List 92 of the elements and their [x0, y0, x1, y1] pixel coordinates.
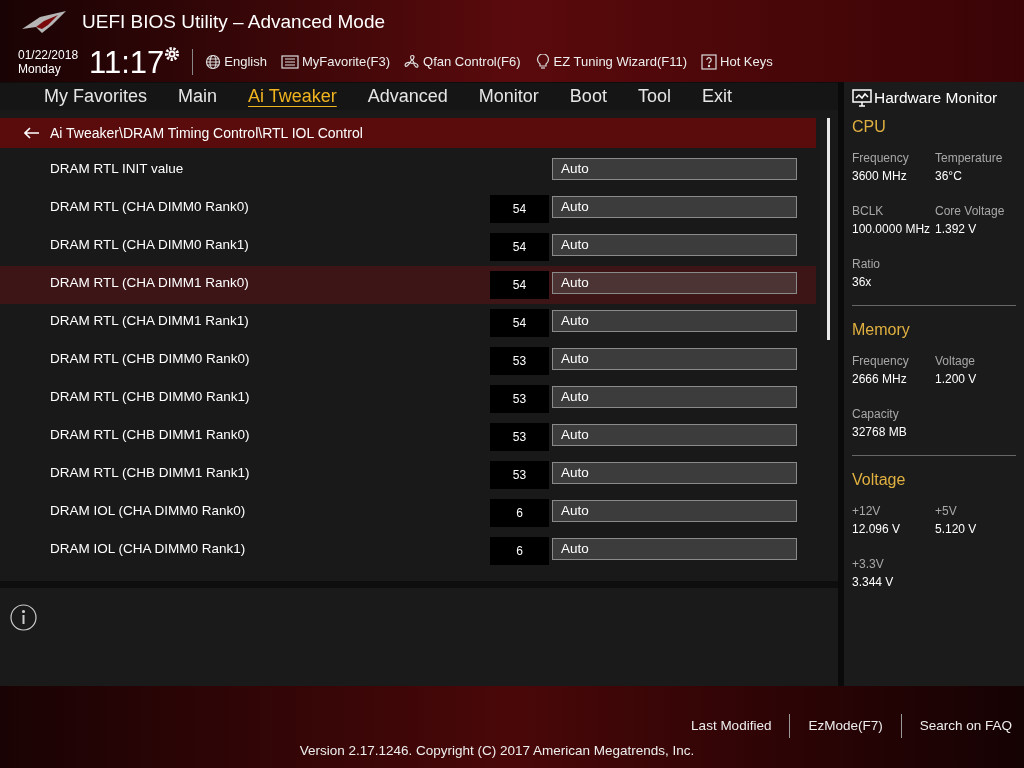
- footer-link[interactable]: EzMode(F7): [808, 715, 883, 737]
- value-dropdown[interactable]: Auto: [552, 538, 797, 560]
- reading-value: 12.096 V: [852, 521, 902, 539]
- reading-value: 2666 MHz: [852, 371, 908, 389]
- reading-value: 1.392 V: [935, 221, 978, 239]
- reading-label: Frequency: [852, 150, 910, 168]
- setting-label: DRAM RTL (CHA DIMM1 Rank1): [50, 312, 250, 331]
- info-icon: [10, 604, 37, 632]
- value-dropdown[interactable]: Auto: [552, 196, 797, 218]
- reading-value: 5.120 V: [935, 521, 978, 539]
- section-title: CPU: [852, 117, 887, 138]
- scrollbar[interactable]: [827, 118, 830, 340]
- setting-label: DRAM RTL (CHB DIMM1 Rank0): [50, 426, 251, 445]
- toolbar-button[interactable]: English: [205, 52, 267, 72]
- day-text: Monday: [18, 62, 62, 76]
- setting-label: DRAM RTL (CHA DIMM0 Rank1): [50, 236, 250, 255]
- value-dropdown[interactable]: Auto: [552, 272, 797, 294]
- toolbar-button[interactable]: Hot Keys: [701, 52, 773, 72]
- value-dropdown[interactable]: Auto: [552, 234, 797, 256]
- back-arrow-icon[interactable]: [24, 127, 40, 139]
- setting-label: DRAM RTL (CHA DIMM0 Rank0): [50, 198, 250, 217]
- reading-label: Ratio: [852, 256, 881, 274]
- list-icon: [280, 54, 299, 70]
- reading-label: BCLK: [852, 203, 885, 221]
- current-value: 54: [490, 309, 549, 337]
- monitor-icon: [852, 88, 872, 107]
- setting-label: DRAM IOL (CHA DIMM0 Rank0): [50, 502, 247, 521]
- setting-label: DRAM RTL (CHB DIMM1 Rank1): [50, 464, 251, 483]
- setting-label: DRAM IOL (CHA DIMM0 Rank1): [50, 540, 247, 559]
- panel-title: Hardware Monitor: [874, 88, 998, 108]
- reading-label: Capacity: [852, 406, 900, 424]
- footer-link[interactable]: Last Modified: [691, 715, 772, 737]
- reading-value: 36x: [852, 274, 873, 292]
- current-value: 53: [490, 347, 549, 375]
- setting-row[interactable]: DRAM RTL (CHA DIMM1 Rank0) 54 Auto: [0, 266, 816, 304]
- globe-icon: [205, 54, 222, 70]
- menu-tab[interactable]: Main: [178, 83, 218, 110]
- date-text: 01/22/2018: [18, 48, 80, 62]
- current-value: 53: [490, 461, 549, 489]
- value-dropdown[interactable]: Auto: [552, 310, 797, 332]
- menu-tab[interactable]: Ai Tweaker: [248, 83, 337, 110]
- setting-label: DRAM RTL (CHB DIMM0 Rank1): [50, 388, 251, 407]
- reading-value: 1.200 V: [935, 371, 978, 389]
- menu-tab[interactable]: Advanced: [367, 83, 448, 110]
- menu-tab[interactable]: Boot: [569, 83, 607, 110]
- current-value: 6: [490, 537, 549, 565]
- reading-value: 36°C: [935, 168, 963, 186]
- current-value: 54: [490, 233, 549, 261]
- menu-tab[interactable]: Monitor: [478, 83, 539, 110]
- settings-icon[interactable]: [164, 46, 181, 62]
- current-value: 54: [490, 271, 549, 299]
- current-value: 54: [490, 195, 549, 223]
- setting-label: DRAM RTL (CHB DIMM0 Rank0): [50, 350, 251, 369]
- reading-label: Core Voltage: [935, 203, 1006, 221]
- footer-link[interactable]: Search on FAQ: [919, 715, 1012, 737]
- menu-tab[interactable]: Tool: [637, 83, 671, 110]
- current-value: 6: [490, 499, 549, 527]
- value-dropdown[interactable]: Auto: [552, 348, 797, 370]
- value-dropdown[interactable]: Auto: [552, 158, 797, 180]
- reading-label: Temperature: [935, 150, 1004, 168]
- setting-label: DRAM RTL (CHA DIMM1 Rank0): [50, 274, 250, 293]
- section-title: Memory: [852, 320, 911, 341]
- reading-label: Frequency: [852, 353, 910, 371]
- logo-icon: [20, 9, 68, 35]
- reading-value: 100.0000 MHz: [852, 221, 932, 239]
- reading-label: +12V: [852, 503, 882, 521]
- breadcrumb-text: Ai Tweaker\DRAM Timing Control\RTL IOL Control: [50, 123, 363, 143]
- reading-label: Voltage: [935, 353, 977, 371]
- help-icon: [701, 54, 717, 70]
- toolbar-button[interactable]: MyFavorite(F3): [280, 52, 391, 72]
- value-dropdown[interactable]: Auto: [552, 500, 797, 522]
- reading-value: 3.344 V: [852, 574, 895, 592]
- value-dropdown[interactable]: Auto: [552, 424, 797, 446]
- toolbar-button[interactable]: EZ Tuning Wizard(F11): [534, 52, 687, 72]
- reading-value: 32768 MB: [852, 424, 908, 442]
- menu-tab[interactable]: My Favorites: [44, 83, 148, 110]
- clock-text: 11:17: [89, 46, 165, 78]
- current-value: 53: [490, 385, 549, 413]
- section-title: Voltage: [852, 470, 907, 491]
- reading-label: +3.3V: [852, 556, 885, 574]
- version-text: Version 2.17.1246. Copyright (C) 2017 American Megatrends, Inc.: [299, 742, 695, 760]
- window-title: UEFI BIOS Utility – Advanced Mode: [82, 9, 386, 34]
- reading-label: +5V: [935, 503, 958, 521]
- setting-label: DRAM RTL INIT value: [50, 160, 185, 179]
- toolbar-button[interactable]: Qfan Control(F6): [404, 52, 521, 72]
- value-dropdown[interactable]: Auto: [552, 462, 797, 484]
- lightbulb-icon: [534, 54, 551, 70]
- current-value: 53: [490, 423, 549, 451]
- reading-value: 3600 MHz: [852, 168, 908, 186]
- menu-tab[interactable]: Exit: [701, 83, 732, 110]
- fan-icon: [404, 54, 421, 70]
- value-dropdown[interactable]: Auto: [552, 386, 797, 408]
